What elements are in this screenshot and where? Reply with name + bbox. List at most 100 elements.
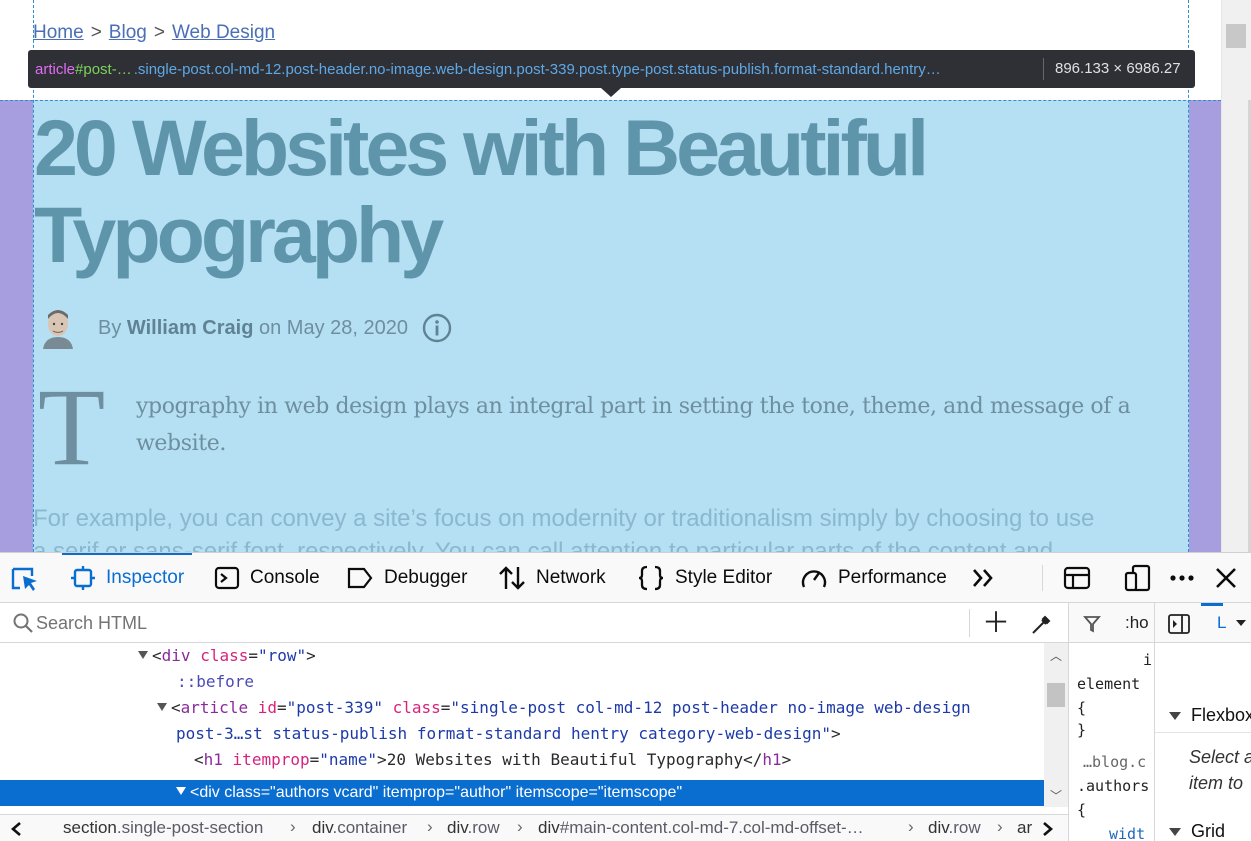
author-name[interactable]: William Craig bbox=[127, 317, 254, 339]
chevron-left-icon[interactable] bbox=[10, 821, 22, 837]
tab-console[interactable]: Console bbox=[214, 553, 320, 603]
crumb-item[interactable]: div.row bbox=[447, 818, 500, 838]
rules-panel: :ho i element { } …blog.c .authors { wid… bbox=[1068, 603, 1154, 841]
selected-node-markup: <div class="authors vcard" itemprop="aut… bbox=[176, 780, 682, 806]
pseudo-element: ::before bbox=[177, 672, 255, 691]
rule-property[interactable]: widt bbox=[1109, 825, 1145, 841]
flexbox-section-header[interactable]: Flexbox bbox=[1155, 699, 1251, 733]
style-editor-icon bbox=[638, 565, 664, 591]
devtools-panel: Inspector Console Debugger Network Style… bbox=[0, 552, 1251, 841]
node-attr-value: "author" bbox=[454, 784, 512, 801]
markup-search-bar: ＋ bbox=[0, 603, 1068, 643]
chevron-right-icon[interactable] bbox=[1042, 821, 1054, 837]
crumb-class: .row bbox=[948, 818, 981, 837]
expand-caret-icon[interactable] bbox=[138, 651, 148, 659]
guide-line-top bbox=[0, 100, 1221, 101]
crumb-separator: › bbox=[427, 817, 433, 836]
tooltip-tag: article bbox=[35, 60, 76, 78]
responsive-design-button[interactable] bbox=[1124, 553, 1162, 603]
author-row: By William Craig on May 28, 2020 bbox=[40, 307, 452, 349]
toggle-split-console-button[interactable] bbox=[1063, 553, 1101, 603]
crumb-class: #main-content.col-md-7.col-md-offset-… bbox=[559, 818, 864, 837]
node-attr: itemprop bbox=[232, 750, 310, 769]
scroll-down-icon[interactable]: ﹀ bbox=[1049, 787, 1063, 804]
breadcrumb-web-design-link[interactable]: Web Design bbox=[172, 22, 275, 43]
close-devtools-button[interactable] bbox=[1214, 553, 1248, 603]
node-attr: class bbox=[392, 698, 441, 717]
split-panel-icon bbox=[1063, 566, 1091, 590]
tab-layout[interactable]: L bbox=[1217, 613, 1226, 633]
sidebar-toggle-icon[interactable] bbox=[1167, 613, 1191, 635]
chevron-down-icon[interactable] bbox=[1235, 619, 1247, 627]
page-scrollbar[interactable] bbox=[1221, 0, 1251, 552]
pseudo-element-row[interactable]: ::before bbox=[177, 669, 254, 695]
page-scrollbar-thumb[interactable] bbox=[1226, 24, 1246, 48]
tab-console-label: Console bbox=[250, 567, 320, 588]
markup-view[interactable]: <div class="row"> ::before <article id="… bbox=[0, 643, 1044, 803]
post-title: 20 Websites with Beautiful Typography bbox=[34, 103, 929, 279]
crumb-item[interactable]: section.single-post-section bbox=[63, 818, 263, 838]
more-tools-button[interactable] bbox=[970, 553, 1008, 603]
node-attr: class bbox=[224, 784, 261, 801]
tooltip-dimensions: 896.133 × 6986.27 bbox=[1055, 60, 1181, 77]
pseudo-class-toggle[interactable]: :ho bbox=[1125, 613, 1149, 633]
post-date: on May 28, 2020 bbox=[258, 316, 408, 339]
crumb-tag: div bbox=[928, 818, 949, 837]
grid-section-header[interactable]: Grid bbox=[1155, 815, 1251, 841]
node-attr: itemprop bbox=[382, 784, 446, 801]
node-tag: div bbox=[161, 646, 191, 665]
inspector-icon bbox=[71, 566, 95, 590]
markup-scrollbar[interactable]: ︿ ﹀ bbox=[1044, 643, 1068, 807]
markup-scrollbar-thumb[interactable] bbox=[1047, 683, 1065, 707]
tooltip-classes: .single-post.col-md-12.post-header.no-im… bbox=[133, 60, 941, 78]
crumb-class: .container bbox=[332, 818, 408, 837]
add-node-button[interactable]: ＋ bbox=[982, 609, 1010, 637]
author-avatar[interactable] bbox=[40, 307, 76, 349]
rule-selector: element bbox=[1077, 675, 1141, 693]
console-icon bbox=[214, 566, 240, 590]
body-paragraph: For example, you can convey a site’s foc… bbox=[33, 505, 1095, 532]
body-paragraph-cut: a serif or sans-serif font, respectively… bbox=[33, 538, 1054, 552]
markup-node-row[interactable]: <div class="row"> bbox=[138, 643, 316, 669]
node-tag: div bbox=[199, 784, 220, 801]
tab-performance[interactable]: Performance bbox=[800, 553, 947, 603]
debugger-icon bbox=[347, 567, 373, 589]
rule-source-link[interactable]: …blog.c bbox=[1083, 753, 1146, 771]
crumb-separator: › bbox=[908, 817, 914, 836]
tab-debugger-label: Debugger bbox=[384, 567, 468, 588]
breadcrumb-home-link[interactable]: Home bbox=[33, 22, 84, 43]
markup-node-row[interactable]: <article id="post-339" class="single-pos… bbox=[157, 695, 971, 721]
expand-caret-icon[interactable] bbox=[176, 787, 186, 795]
markup-node-row[interactable]: <h1 itemprop="name">20 Websites with Bea… bbox=[194, 747, 791, 773]
crumb-item[interactable]: div#main-content.col-md-7.col-md-offset-… bbox=[538, 818, 864, 838]
eyedropper-icon[interactable] bbox=[1030, 612, 1054, 636]
search-html-input[interactable] bbox=[36, 610, 936, 636]
close-icon bbox=[1216, 568, 1236, 588]
info-icon[interactable] bbox=[422, 313, 452, 343]
expand-caret-icon[interactable] bbox=[157, 703, 167, 711]
markup-node-row-continued: post-3…st status-publish format-standard… bbox=[176, 724, 841, 743]
devtools-menu-button[interactable] bbox=[1168, 553, 1206, 603]
crumb-item[interactable]: ar bbox=[1017, 818, 1032, 838]
crumb-item[interactable]: div.row bbox=[928, 818, 981, 838]
rule-selector: .authors bbox=[1077, 777, 1150, 795]
scroll-up-icon[interactable]: ︿ bbox=[1049, 647, 1063, 664]
element-picker-icon[interactable] bbox=[8, 563, 42, 595]
tab-inspector[interactable]: Inspector bbox=[62, 553, 193, 603]
flexbox-heading: Flexbox bbox=[1191, 705, 1251, 725]
breadcrumb-blog-link[interactable]: Blog bbox=[109, 22, 147, 43]
drop-cap: T bbox=[38, 366, 106, 488]
crumb-class: .row bbox=[467, 818, 500, 837]
tab-performance-label: Performance bbox=[838, 567, 947, 588]
tab-debugger[interactable]: Debugger bbox=[346, 553, 467, 603]
tooltip-divider bbox=[1043, 58, 1044, 80]
node-attr-value: post-3…st status-publish format-standard… bbox=[176, 724, 832, 743]
layout-panel-header: L bbox=[1155, 603, 1251, 643]
node-attr: itemscope bbox=[515, 784, 589, 801]
tab-network[interactable]: Network bbox=[498, 553, 606, 603]
crumb-item[interactable]: div.container bbox=[312, 818, 407, 838]
grid-heading: Grid bbox=[1191, 821, 1226, 841]
filter-icon[interactable] bbox=[1083, 615, 1101, 633]
tab-style-editor[interactable]: Style Editor bbox=[637, 553, 772, 603]
selected-node-row[interactable]: <div class="authors vcard" itemprop="aut… bbox=[0, 780, 1044, 806]
